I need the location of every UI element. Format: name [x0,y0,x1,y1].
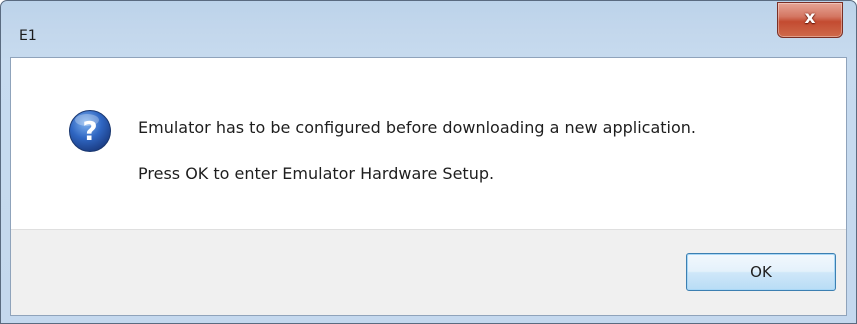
close-icon: x [804,8,816,28]
ok-button[interactable]: OK [686,253,836,291]
question-icon: ? [69,110,111,152]
title-bar[interactable]: E1 x [1,1,856,57]
dialog-content: ? Emulator has to be configured before d… [10,57,847,316]
message-line-1: Emulator has to be configured before dow… [138,118,696,137]
message-line-2: Press OK to enter Emulator Hardware Setu… [138,164,495,183]
window-title: E1 [19,28,37,44]
button-bar: OK [11,229,846,315]
dialog-window: E1 x ? Emulator has to be configured bef… [0,0,857,324]
svg-text:?: ? [82,117,97,147]
close-button[interactable]: x [777,2,843,38]
